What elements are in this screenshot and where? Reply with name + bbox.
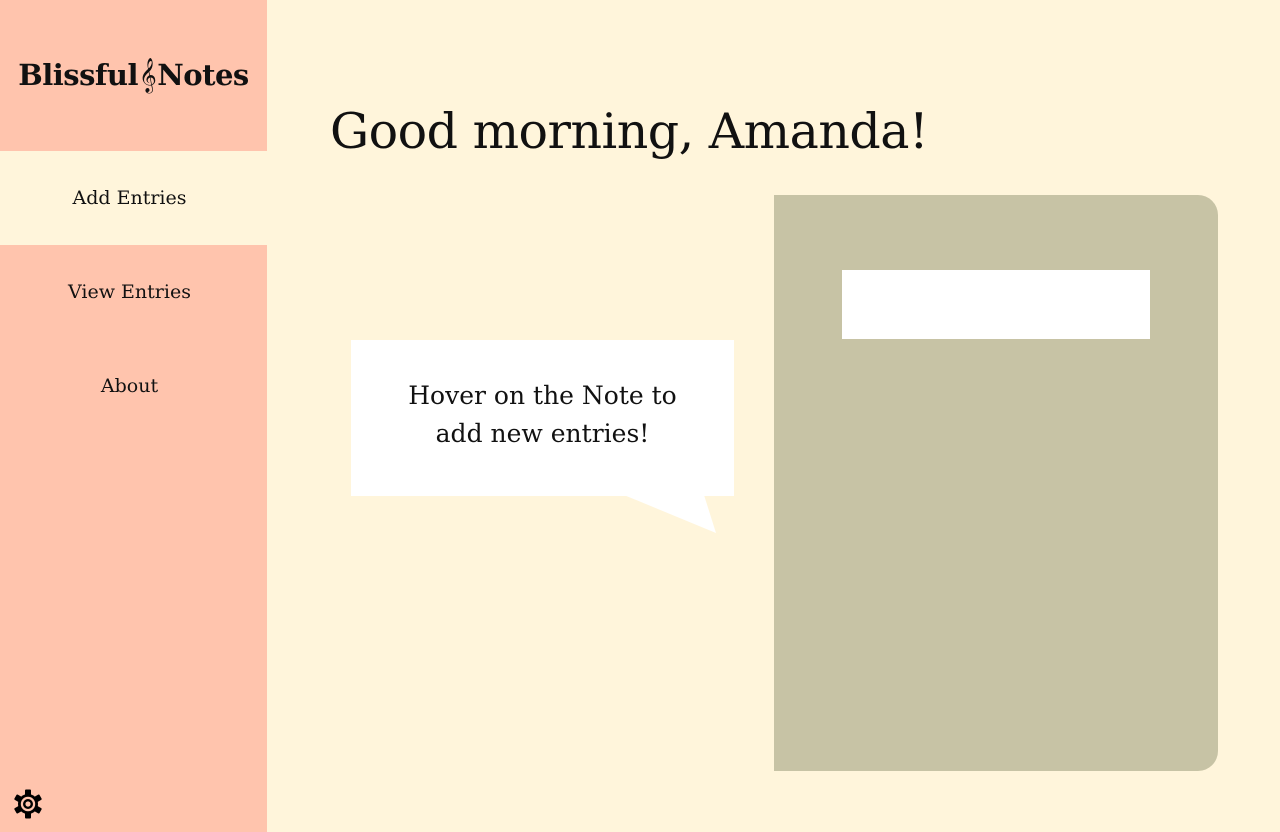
gear-icon (14, 789, 42, 819)
note-label (842, 270, 1150, 339)
logo-text-blissful: Blissful (18, 58, 138, 92)
app-root: Blissful 𝄞 Notes Add Entries View Entries … (0, 0, 1280, 832)
nav-item-add-entries[interactable]: Add Entries (0, 151, 267, 245)
note-card[interactable] (774, 195, 1218, 771)
speech-bubble-tail (624, 495, 716, 533)
nav-item-label: View Entries (68, 281, 191, 303)
hint-speech-bubble: Hover on the Note to add new entries! (351, 340, 734, 496)
nav-item-label: Add Entries (72, 187, 187, 209)
sidebar: Blissful 𝄞 Notes Add Entries View Entries … (0, 0, 267, 832)
treble-clef-icon: 𝄞 (139, 57, 157, 93)
hint-line-1: Hover on the Note to (408, 381, 677, 410)
nav-item-label: About (100, 375, 159, 397)
nav-item-about[interactable]: About (0, 339, 267, 433)
page-title: Good morning, Amanda! (330, 103, 929, 160)
hint-text: Hover on the Note to add new entries! (403, 377, 683, 453)
app-logo: Blissful 𝄞 Notes (0, 0, 267, 151)
logo-text-notes: Notes (157, 58, 249, 92)
hint-line-2: add new entries! (435, 419, 650, 448)
settings-button[interactable] (12, 788, 44, 820)
nav-item-view-entries[interactable]: View Entries (0, 245, 267, 339)
